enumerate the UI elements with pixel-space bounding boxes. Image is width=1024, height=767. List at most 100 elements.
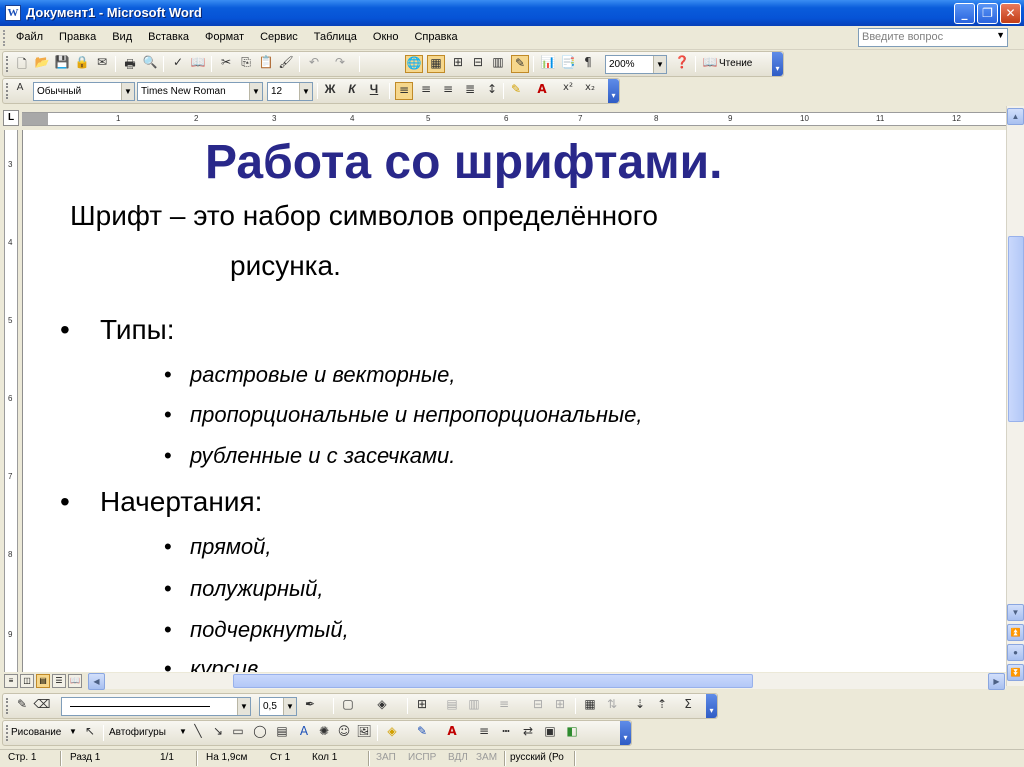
print-preview-icon[interactable]: 🔍 (141, 55, 159, 73)
spelling-icon[interactable]: ✓ (169, 55, 187, 73)
line-style-icon[interactable]: ≡ (475, 724, 493, 742)
minimize-button[interactable]: _ (954, 3, 975, 24)
align-center-icon[interactable]: ≡ (417, 82, 435, 100)
scroll-down-icon[interactable]: ▼ (1007, 604, 1024, 621)
menu-tools[interactable]: Сервис (260, 31, 298, 43)
bold-button[interactable]: Ж (321, 82, 339, 100)
arrow-icon[interactable]: ↘ (209, 724, 227, 742)
highlight-icon[interactable]: ✎ (507, 82, 525, 100)
toolbar-grip[interactable] (6, 725, 9, 741)
list-item[interactable]: • растровые и векторные, (164, 362, 455, 388)
web-view-icon[interactable]: ◫ (20, 674, 34, 688)
insert-table-icon[interactable]: ⊞ (413, 697, 431, 715)
font-color-icon[interactable]: A (443, 724, 461, 742)
align-right-icon[interactable]: ≡ (439, 82, 457, 100)
distribute-rows-icon[interactable]: ⊟ (529, 697, 547, 715)
text-direction-icon[interactable]: ⇅ (603, 697, 621, 715)
dash-style-icon[interactable]: ┅ (497, 724, 515, 742)
outline-view-icon[interactable]: ☰ (52, 674, 66, 688)
research-icon[interactable]: 📖 (189, 55, 207, 73)
list-item[interactable]: • подчеркнутый, (164, 617, 349, 643)
oval-icon[interactable]: ◯ (251, 724, 269, 742)
menu-window[interactable]: Окно (373, 31, 399, 43)
list-item[interactable]: • пропорциональные и непропорциональные, (164, 402, 643, 428)
split-cells-icon[interactable]: ▥ (465, 697, 483, 715)
reading-view-icon[interactable]: 📖 (68, 674, 82, 688)
definition-line[interactable]: рисунка. (230, 250, 341, 282)
select-browse-object-icon[interactable]: ● (1007, 644, 1024, 661)
style-select[interactable]: Обычный ▼ (33, 82, 135, 101)
menu-edit[interactable]: Правка (59, 31, 96, 43)
tables-borders-icon[interactable]: ▦ (427, 55, 445, 73)
close-button[interactable]: ✕ (1000, 3, 1021, 24)
toolbar-options-icon[interactable]: ▾ (706, 694, 717, 718)
zoom-select[interactable]: 200% ▼ (605, 55, 667, 74)
superscript-icon[interactable]: x² (559, 82, 577, 100)
status-overtype[interactable]: ЗАМ (476, 752, 497, 763)
menu-grip[interactable] (3, 30, 6, 46)
styles-pane-icon[interactable]: A (11, 82, 29, 100)
vertical-scroll-thumb[interactable] (1008, 236, 1024, 422)
horizontal-scrollbar[interactable]: ◀ ▶ (88, 673, 1006, 690)
autoshapes-menu[interactable]: Автофигуры (109, 727, 166, 738)
text-box-icon[interactable]: ▤ (273, 724, 291, 742)
subscript-icon[interactable]: x₂ (581, 82, 599, 100)
autosum-icon[interactable]: Σ (679, 697, 697, 715)
menu-help[interactable]: Справка (414, 31, 457, 43)
drawing-icon[interactable]: ✎ (511, 55, 529, 73)
menu-view[interactable]: Вид (112, 31, 132, 43)
read-mode-icon[interactable]: 📖 (701, 55, 719, 73)
menu-format[interactable]: Формат (205, 31, 244, 43)
word-icon[interactable]: W (5, 5, 21, 21)
next-page-icon[interactable]: ⏬ (1007, 664, 1024, 681)
chevron-down-icon[interactable]: ▼ (179, 727, 187, 736)
font-color-icon[interactable]: A (533, 82, 551, 100)
justify-icon[interactable]: ≣ (461, 82, 479, 100)
scroll-left-icon[interactable]: ◀ (88, 673, 105, 690)
sort-descending-icon[interactable]: ⇡ (653, 697, 671, 715)
distribute-columns-icon[interactable]: ⊞ (551, 697, 569, 715)
picture-icon[interactable]: 🖼 (355, 724, 373, 742)
read-mode-label[interactable]: Чтение (719, 58, 752, 69)
toolbar-options-icon[interactable]: ▾ (608, 79, 619, 103)
tab-selector[interactable]: L (3, 110, 19, 126)
sort-ascending-icon[interactable]: ⇣ (631, 697, 649, 715)
print-layout-icon[interactable]: ▤ (36, 674, 50, 688)
chevron-down-icon[interactable]: ▼ (299, 83, 312, 100)
chevron-down-icon[interactable]: ▼ (996, 30, 1005, 40)
chevron-down-icon[interactable]: ▼ (237, 698, 250, 715)
horizontal-scroll-thumb[interactable] (233, 674, 753, 688)
open-folder-icon[interactable]: 📂 (33, 55, 51, 73)
wordart-icon[interactable]: A (295, 724, 313, 742)
list-item[interactable]: • полужирный, (164, 576, 324, 602)
toolbar-options-icon[interactable]: ▾ (772, 52, 783, 76)
help-icon[interactable]: ❓ (673, 55, 691, 73)
toolbar-options-icon[interactable]: ▾ (620, 721, 631, 745)
fill-color-icon[interactable]: ◈ (383, 724, 401, 742)
list-item[interactable]: • Типы: (60, 314, 175, 346)
line-spacing-icon[interactable]: ↕ (483, 82, 501, 100)
status-language[interactable]: русский (Ро (510, 752, 564, 763)
vertical-ruler[interactable]: 3 4 5 6 7 8 9 (4, 130, 18, 686)
format-painter-icon[interactable]: 🖌 (277, 55, 295, 73)
table-autoformat-icon[interactable]: ▦ (581, 697, 599, 715)
italic-button[interactable]: К (343, 82, 361, 100)
line-style-select[interactable]: ▼ (61, 697, 251, 716)
chevron-down-icon[interactable]: ▼ (121, 83, 134, 100)
chevron-down-icon[interactable]: ▼ (249, 83, 262, 100)
diagram-icon[interactable]: ✺ (315, 724, 333, 742)
definition-line[interactable]: Шрифт – это набор символов определённого (70, 200, 658, 232)
scroll-right-icon[interactable]: ▶ (988, 673, 1005, 690)
underline-button[interactable]: Ч (365, 82, 383, 100)
shadow-style-icon[interactable]: ▣ (541, 724, 559, 742)
line-weight-select[interactable]: 0,5 ▼ (259, 697, 297, 716)
new-document-icon[interactable]: 🗋 (13, 55, 31, 73)
toolbar-grip[interactable] (6, 56, 9, 72)
borders-icon[interactable]: ▢ (339, 697, 357, 715)
align-cell-icon[interactable]: ≡ (495, 697, 513, 715)
status-track-changes[interactable]: ИСПР (408, 752, 436, 763)
chevron-down-icon[interactable]: ▼ (69, 727, 77, 736)
restore-button[interactable]: ❐ (977, 3, 998, 24)
redo-icon[interactable]: ↷ (331, 55, 349, 73)
status-extend[interactable]: ВДЛ (448, 752, 468, 763)
